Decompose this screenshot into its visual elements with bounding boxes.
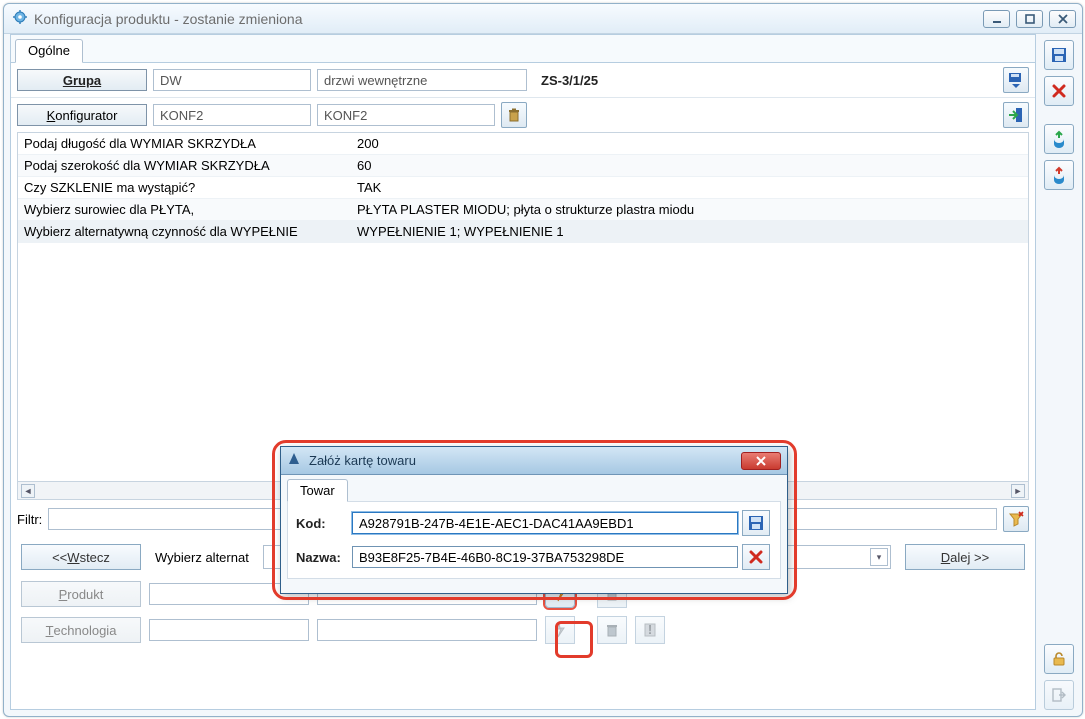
tech-code-field[interactable] [149,619,309,641]
main-window: Konfiguracja produktu - zostanie zmienio… [3,3,1083,717]
maximize-button[interactable] [1016,10,1043,28]
tech-trash-button[interactable] [597,616,627,644]
tech-row: Technologia ! [11,612,1035,648]
dialog-tab-towar[interactable]: Towar [287,479,348,502]
window-title: Konfiguracja produktu - zostanie zmienio… [34,11,977,27]
minimize-button[interactable] [983,10,1010,28]
grid-row[interactable]: Czy SZKLENIE ma wystąpić?TAK [18,177,1028,199]
grid-prompt: Podaj długość dla WYMIAR SKRZYDŁA [18,136,353,151]
filter-label: Filtr: [17,512,42,527]
dialog-body: Towar Kod: Nazwa: [281,475,787,583]
konfig-row: Konfigurator KONF2 KONF2 [11,97,1035,132]
nazwa-label: Nazwa: [296,550,352,565]
grid-value: 200 [353,136,1028,151]
konfigurator-button[interactable]: Konfigurator [17,104,147,126]
doc-number: ZS-3/1/25 [533,73,598,88]
scroll-left-icon[interactable]: ◄ [21,484,35,498]
tech-generate-button[interactable] [545,616,575,644]
back-button[interactable]: << Wstecz [21,544,141,570]
create-item-dialog: Załóż kartę towaru Towar Kod: Nazwa: [280,446,788,594]
group-row: Grupa DW drzwi wewnętrzne ZS-3/1/25 [11,63,1035,97]
technology-button[interactable]: Technologia [21,617,141,643]
export-button[interactable] [1044,160,1074,190]
dialog-save-button[interactable] [742,510,770,536]
import-button[interactable] [1044,124,1074,154]
tab-general[interactable]: Ogólne [15,39,83,63]
unlock-button[interactable] [1044,644,1074,674]
next-button[interactable]: Dalej >> [905,544,1025,570]
svg-text:!: ! [648,622,652,637]
grid-row[interactable]: Wybierz surowiec dla PŁYTA,PŁYTA PLASTER… [18,199,1028,221]
nav-prompt: Wybierz alternat [155,550,249,565]
nazwa-input[interactable] [352,546,738,568]
grid-value: WYPEŁNIENIE 1; WYPEŁNIENIE 1 [353,224,1028,239]
tech-name-field[interactable] [317,619,537,641]
dialog-cancel-button[interactable] [742,544,770,570]
dialog-app-icon [287,452,301,469]
grid-row[interactable]: Podaj szerokość dla WYMIAR SKRZYDŁA60 [18,155,1028,177]
app-icon [12,9,28,28]
delete-button[interactable] [1044,76,1074,106]
group-code-field[interactable]: DW [153,69,311,91]
product-button[interactable]: Produkt [21,581,141,607]
scroll-right-icon[interactable]: ► [1011,484,1025,498]
config-grid[interactable]: Podaj długość dla WYMIAR SKRZYDŁA200 Pod… [17,132,1029,482]
grid-row[interactable]: Podaj długość dla WYMIAR SKRZYDŁA200 [18,133,1028,155]
filter-clear-button[interactable] [1003,506,1029,532]
konfig-trash-button[interactable] [501,102,527,128]
grid-value: TAK [353,180,1028,195]
konfig-name-field[interactable]: KONF2 [317,104,495,126]
exit-button[interactable] [1044,680,1074,710]
grid-prompt: Podaj szerokość dla WYMIAR SKRZYDŁA [18,158,353,173]
kod-label: Kod: [296,516,352,531]
grid-value: PŁYTA PLASTER MIODU; płyta o strukturze … [353,202,1028,217]
grid-row[interactable]: Wybierz alternatywną czynność dla WYPEŁN… [18,221,1028,243]
titlebar: Konfiguracja produktu - zostanie zmienio… [4,4,1082,34]
tab-row: Ogólne [11,35,1035,63]
group-name-field[interactable]: drzwi wewnętrzne [317,69,527,91]
grid-prompt: Czy SZKLENIE ma wystąpić? [18,180,353,195]
dialog-close-button[interactable] [741,452,781,470]
dialog-title: Załóż kartę towaru [309,453,733,468]
chevron-down-icon[interactable]: ▾ [870,548,888,566]
tech-info-button[interactable]: ! [635,616,665,644]
konfig-code-field[interactable]: KONF2 [153,104,311,126]
right-toolbar-bottom [1042,644,1076,710]
right-toolbar [1042,40,1076,190]
group-button[interactable]: Grupa [17,69,147,91]
apply-button[interactable] [1003,102,1029,128]
kod-input[interactable] [352,512,738,534]
dropdown-button[interactable] [1003,67,1029,93]
grid-prompt: Wybierz alternatywną czynność dla WYPEŁN… [18,224,353,239]
dialog-form: Kod: Nazwa: [287,501,781,579]
grid-value: 60 [353,158,1028,173]
close-button[interactable] [1049,10,1076,28]
grid-prompt: Wybierz surowiec dla PŁYTA, [18,202,353,217]
dialog-titlebar: Załóż kartę towaru [281,447,787,475]
save-button[interactable] [1044,40,1074,70]
content-panel: Ogólne Grupa DW drzwi wewnętrzne ZS-3/1/… [10,34,1036,710]
